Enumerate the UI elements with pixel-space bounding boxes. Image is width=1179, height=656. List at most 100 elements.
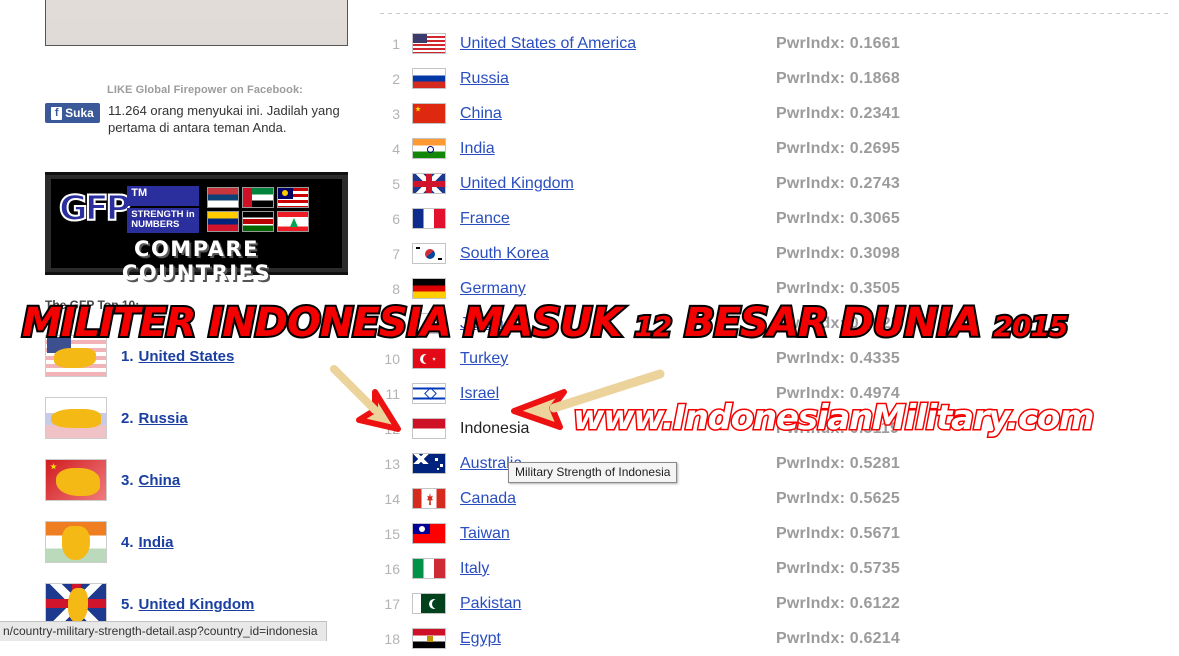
power-index-value: PwrIndx: 0.4335: [776, 349, 900, 367]
serbia-flag-icon: [207, 186, 240, 208]
list-item-label[interactable]: Russia: [139, 410, 188, 427]
table-row[interactable]: 1 United States of America PwrIndx: 0.1661: [370, 26, 1179, 61]
country-link[interactable]: United States of America: [460, 35, 636, 53]
overlay-headline-number: 12: [632, 308, 674, 345]
power-index-value: PwrIndx: 0.2695: [776, 139, 900, 157]
russia-map-thumbnail: [45, 397, 107, 439]
table-row[interactable]: 16 Italy PwrIndx: 0.5735: [370, 551, 1179, 586]
uae-flag-icon: [242, 186, 275, 208]
facebook-like-widget: LIKE Global Firepower on Facebook: f Suk…: [45, 84, 350, 136]
country-link[interactable]: Italy: [460, 560, 489, 578]
advertisement-placeholder[interactable]: [45, 0, 348, 46]
venezuela-flag-icon: [207, 210, 240, 232]
list-item-label[interactable]: United States: [139, 348, 235, 365]
usa-flag-icon: [412, 33, 446, 54]
gfp-trademark-label: TM: [127, 185, 200, 206]
overlay-headline-year: 2015: [991, 308, 1070, 345]
row-rank: 17: [384, 595, 400, 612]
power-index-value: PwrIndx: 0.5625: [776, 489, 900, 507]
overlay-headline: MILITER INDONESIA MASUK 12 BESAR DUNIA 2…: [20, 298, 1162, 348]
table-row[interactable]: 13 Australia PwrIndx: 0.5281: [370, 446, 1179, 481]
country-link[interactable]: South Korea: [460, 245, 549, 263]
row-rank: 7: [392, 245, 400, 262]
russia-flag-icon: [412, 68, 446, 89]
power-index-value: PwrIndx: 0.2341: [776, 104, 900, 122]
germany-flag-icon: [412, 278, 446, 299]
page-root: LIKE Global Firepower on Facebook: f Suk…: [0, 0, 1179, 649]
gfp-strength-tagline: STRENGTH in NUMBERS: [127, 207, 200, 233]
list-item[interactable]: 3. China: [45, 449, 345, 511]
france-flag-icon: [412, 208, 446, 229]
list-item[interactable]: 2. Russia: [45, 387, 345, 449]
country-link[interactable]: Russia: [460, 70, 509, 88]
china-map-thumbnail: [45, 459, 107, 501]
overlay-headline-part1: MILITER INDONESIA MASUK: [20, 298, 624, 348]
table-row[interactable]: 10 Turkey PwrIndx: 0.4335: [370, 341, 1179, 376]
turkey-flag-icon: [412, 348, 446, 369]
table-row[interactable]: 3 China PwrIndx: 0.2341: [370, 96, 1179, 131]
power-index-value: PwrIndx: 0.5735: [776, 559, 900, 577]
sidebar-top10-list: 1. United States 2. Russia 3. China 4. I…: [45, 325, 345, 635]
facebook-like-label: Suka: [65, 106, 94, 120]
list-item[interactable]: 4. India: [45, 511, 345, 573]
pakistan-flag-icon: [412, 593, 446, 614]
table-row[interactable]: 17 Pakistan PwrIndx: 0.6122: [370, 586, 1179, 621]
canada-flag-icon: [412, 488, 446, 509]
gfp-logo: GFP: [58, 188, 132, 230]
country-link[interactable]: Germany: [460, 280, 526, 298]
table-row[interactable]: 15 Taiwan PwrIndx: 0.5671: [370, 516, 1179, 551]
facebook-like-button[interactable]: f Suka: [45, 103, 100, 123]
table-row[interactable]: 7 South Korea PwrIndx: 0.3098: [370, 236, 1179, 271]
malaysia-flag-icon: [277, 186, 310, 208]
row-rank: 4: [392, 140, 400, 157]
dashed-divider: [380, 13, 1168, 14]
facebook-caption: LIKE Global Firepower on Facebook:: [107, 84, 303, 96]
table-row[interactable]: 14 Canada PwrIndx: 0.5625: [370, 481, 1179, 516]
power-index-value: PwrIndx: 0.2743: [776, 174, 900, 192]
power-index-value: PwrIndx: 0.6214: [776, 629, 900, 647]
row-rank: 14: [384, 490, 400, 507]
india-map-thumbnail: [45, 521, 107, 563]
list-item-label[interactable]: China: [139, 472, 181, 489]
row-rank: 3: [392, 105, 400, 122]
table-row[interactable]: 2 Russia PwrIndx: 0.1868: [370, 61, 1179, 96]
israel-flag-icon: [412, 383, 446, 404]
gfp-tagline-line2: NUMBERS: [131, 219, 180, 230]
country-link[interactable]: Turkey: [460, 350, 508, 368]
power-index-value: PwrIndx: 0.3098: [776, 244, 900, 262]
gfp-compare-countries-banner[interactable]: GFP TM STRENGTH in NUMBERS COMPARE COUNT…: [45, 172, 348, 285]
country-link[interactable]: Pakistan: [460, 595, 521, 613]
row-rank: 1: [392, 35, 400, 52]
facebook-f-icon: f: [51, 106, 63, 120]
uk-flag-icon: [412, 173, 446, 194]
country-link[interactable]: Israel: [460, 385, 499, 403]
country-link[interactable]: Egypt: [460, 630, 501, 648]
power-index-value: PwrIndx: 0.5671: [776, 524, 900, 542]
power-index-value: PwrIndx: 0.3065: [776, 209, 900, 227]
country-link[interactable]: Taiwan: [460, 525, 510, 543]
taiwan-flag-icon: [412, 523, 446, 544]
list-item-label[interactable]: India: [139, 534, 174, 551]
china-flag-icon: [412, 103, 446, 124]
list-item-rank: 3.: [121, 471, 134, 489]
country-link[interactable]: India: [460, 140, 495, 158]
power-index-value: PwrIndx: 0.1661: [776, 34, 900, 52]
table-row[interactable]: 18 Egypt PwrIndx: 0.6214: [370, 621, 1179, 656]
table-row[interactable]: 5 United Kingdom PwrIndx: 0.2743: [370, 166, 1179, 201]
country-link[interactable]: France: [460, 210, 510, 228]
lebanon-flag-icon: [277, 210, 310, 232]
table-row[interactable]: 6 France PwrIndx: 0.3065: [370, 201, 1179, 236]
power-index-value: PwrIndx: 0.1868: [776, 69, 900, 87]
country-link[interactable]: China: [460, 105, 502, 123]
table-row[interactable]: 4 India PwrIndx: 0.2695: [370, 131, 1179, 166]
country-link[interactable]: United Kingdom: [460, 175, 574, 193]
row-rank: 2: [392, 70, 400, 87]
site-watermark: www.IndonesianMilitary.com: [571, 397, 1095, 440]
list-item-rank: 1.: [121, 347, 134, 365]
row-rank: 16: [384, 560, 400, 577]
browser-status-bar: n/country-military-strength-detail.asp?c…: [0, 621, 327, 641]
list-item-label[interactable]: United Kingdom: [139, 596, 255, 613]
red-arrow-down-right-icon: [330, 365, 401, 432]
country-link[interactable]: Canada: [460, 490, 516, 508]
egypt-flag-icon: [412, 628, 446, 649]
